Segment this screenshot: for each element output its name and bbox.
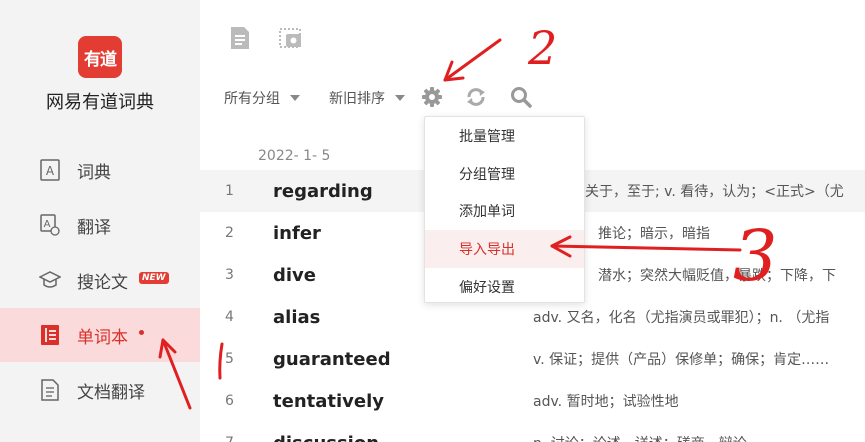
word-text: alias (273, 306, 321, 328)
row-number: 3 (225, 267, 234, 283)
list-view-icon[interactable] (228, 26, 252, 50)
sidebar-item-translate[interactable]: A 翻译 (0, 198, 200, 252)
menu-item-label: 分组管理 (459, 167, 515, 183)
word-text: dive (273, 264, 316, 286)
word-row[interactable]: 5 guaranteed v. 保证；提供（产品）保修单；确保；肯定…… (200, 338, 865, 380)
translate-icon: A (40, 214, 60, 236)
word-text: infer (273, 222, 321, 244)
row-number: 6 (225, 393, 234, 409)
word-definition: n. 讨论；论述，详述；磋商，辩论 (533, 433, 747, 442)
new-badge: NEW (139, 272, 169, 284)
sidebar-item-wordbook[interactable]: 单词本 (0, 308, 200, 362)
row-number: 2 (225, 225, 234, 241)
word-row[interactable]: 7 discussion n. 讨论；论述，详述；磋商，辩论 (200, 422, 865, 442)
sidebar-item-label: 文档翻译 (77, 382, 145, 403)
sidebar-item-label: 词典 (77, 162, 111, 183)
search-icon[interactable] (510, 86, 532, 108)
app-logo: 有道 (78, 36, 122, 78)
menu-item-label: 添加单词 (459, 204, 515, 220)
app-title: 网易有道词典 (46, 92, 154, 113)
menu-item-import-export[interactable]: 导入导出 (425, 230, 584, 268)
menu-item-label: 批量管理 (459, 129, 515, 145)
row-number: 5 (225, 351, 234, 367)
word-definition: 推论；暗示，暗指 (598, 226, 710, 242)
word-text: tentatively (273, 390, 384, 412)
wordbook-icon (41, 325, 59, 345)
row-number: 1 (225, 183, 234, 199)
card-view-icon[interactable] (279, 26, 303, 50)
gear-icon[interactable] (421, 86, 443, 108)
svg-text:A: A (44, 219, 51, 230)
menu-item-preferences[interactable]: 偏好设置 (425, 268, 584, 306)
dictionary-icon: A (40, 159, 60, 181)
group-filter-label: 所有分组 (224, 91, 280, 107)
chevron-down-icon (395, 95, 405, 101)
word-definition: 潜水；突然大幅贬值，暴跌；下降，下 (598, 268, 836, 284)
graduation-cap-icon (39, 271, 61, 288)
sort-order-label: 新旧排序 (329, 91, 385, 107)
word-definition: adv. 暂时地；试验性地 (533, 394, 679, 410)
sidebar-item-label: 搜论文 (77, 272, 128, 293)
menu-item-add-word[interactable]: 添加单词 (425, 192, 584, 230)
word-text: guaranteed (273, 348, 391, 370)
sort-order-dropdown[interactable]: 新旧排序 (329, 88, 405, 108)
menu-item-batch-manage[interactable]: 批量管理 (425, 117, 584, 155)
word-definition: adv. 又名，化名（尤指演员或罪犯）；n. （尤指 (533, 310, 830, 326)
sidebar-item-doc-translate[interactable]: 文档翻译 (0, 363, 200, 417)
refresh-icon[interactable] (465, 86, 487, 108)
word-text: regarding (273, 180, 373, 202)
word-text: discussion (273, 433, 379, 442)
date-group-header: 2022- 1- 5 (258, 148, 331, 164)
svg-text:A: A (46, 164, 55, 178)
word-definition: 关于，至于; v. 看待，认为；<正式>（尤 (585, 184, 844, 200)
menu-item-label: 导入导出 (459, 242, 515, 258)
sidebar: 有道 网易有道词典 A 词典 A 翻译 搜论文 NEW 单词本 文档翻译 (0, 0, 200, 442)
group-filter-dropdown[interactable]: 所有分组 (224, 88, 300, 108)
settings-menu: 批量管理 分组管理 添加单词 导入导出 偏好设置 (424, 116, 585, 303)
word-row[interactable]: 6 tentatively adv. 暂时地；试验性地 (200, 380, 865, 422)
menu-item-group-manage[interactable]: 分组管理 (425, 155, 584, 193)
row-number: 4 (225, 309, 234, 325)
sidebar-item-dictionary[interactable]: A 词典 (0, 143, 200, 197)
document-icon (41, 379, 59, 401)
word-definition: v. 保证；提供（产品）保修单；确保；肯定…… (533, 352, 830, 368)
sidebar-item-label: 单词本 (77, 327, 128, 348)
notification-dot (139, 330, 144, 335)
sidebar-item-papers[interactable]: 搜论文 NEW (0, 253, 200, 307)
row-number: 7 (225, 435, 234, 442)
menu-item-label: 偏好设置 (459, 280, 515, 296)
chevron-down-icon (290, 95, 300, 101)
sidebar-item-label: 翻译 (77, 217, 111, 238)
